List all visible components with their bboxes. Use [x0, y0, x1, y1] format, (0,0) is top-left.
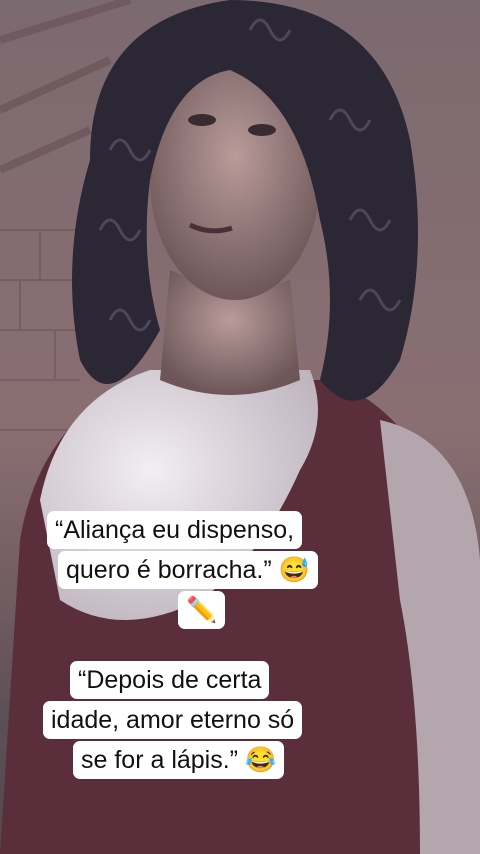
caption-two-line-3: se for a lápis.” 😂	[73, 741, 285, 779]
caption-one-line-3: ✏️	[178, 591, 226, 629]
caption-one-line-2: quero é borracha.” 😅	[58, 551, 318, 589]
caption-two-line-2: idade, amor eterno só	[43, 701, 303, 739]
caption-two-line-1: “Depois de certa	[70, 661, 270, 699]
caption-one-line-1: “Aliança eu dispenso,	[47, 511, 303, 549]
background-photo: “Aliança eu dispenso, quero é borracha.”…	[0, 0, 480, 854]
